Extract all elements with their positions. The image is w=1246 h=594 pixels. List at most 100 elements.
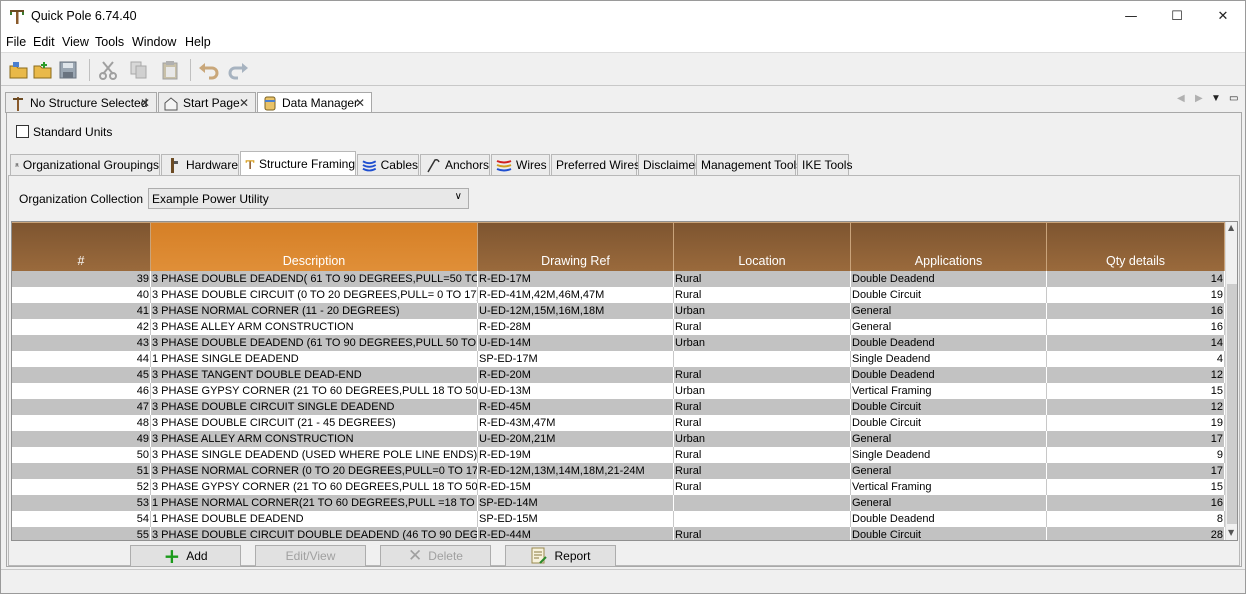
cell-qty-details: 9 xyxy=(1047,447,1225,463)
tab-preferred-wires[interactable]: Preferred Wires xyxy=(551,154,640,175)
table-row[interactable]: 51 3 PHASE NORMAL CORNER (0 TO 20 DEGREES… xyxy=(12,463,1225,479)
delete-button[interactable]: ✕ Delete xyxy=(380,545,491,567)
button-label: Add xyxy=(186,549,208,563)
chevron-down-icon: ∨ xyxy=(454,191,462,202)
table-row[interactable]: 45 3 PHASE TANGENT DOUBLE DEAD-END R-ED-20… xyxy=(12,367,1225,383)
column-header-number[interactable]: # xyxy=(12,222,151,271)
copy-icon[interactable] xyxy=(127,58,151,82)
cell-drawing-ref: U-ED-12M,15M,16M,18M xyxy=(478,303,674,319)
menu-tools[interactable]: Tools xyxy=(95,35,124,49)
minimize-button[interactable]: — xyxy=(1108,1,1154,32)
report-button[interactable]: Report xyxy=(505,545,616,567)
tab-management-tools[interactable]: Management Tools xyxy=(696,154,802,175)
cell-applications: Double Deadend xyxy=(851,511,1047,527)
scroll-down-icon[interactable]: ▼ xyxy=(1228,528,1234,537)
plus-icon: + xyxy=(163,544,181,568)
cell-number: 46 xyxy=(12,383,151,399)
organization-collection-label: Organization Collection xyxy=(19,192,144,206)
table-row[interactable]: 40 3 PHASE DOUBLE CIRCUIT (0 TO 20 DEGREE… xyxy=(12,287,1225,303)
tab-disclaimer[interactable]: Disclaimer xyxy=(638,154,699,175)
undo-icon[interactable] xyxy=(196,58,220,82)
cell-description: 3 PHASE GYPSY CORNER (21 TO 60 DEGREES,P… xyxy=(152,479,478,495)
cell-applications: General xyxy=(851,303,1047,319)
redo-icon[interactable] xyxy=(227,58,251,82)
column-header-applications[interactable]: Applications xyxy=(851,222,1047,271)
column-header-description[interactable]: Description xyxy=(151,222,478,271)
table-row[interactable]: 46 3 PHASE GYPSY CORNER (21 TO 60 DEGREES… xyxy=(12,383,1225,399)
tab-cables[interactable]: Cables xyxy=(357,154,419,175)
cell-description: 3 PHASE DOUBLE CIRCUIT (21 - 45 DEGREES) xyxy=(151,415,478,431)
tab-hardware[interactable]: Hardware xyxy=(161,154,239,175)
table-row[interactable]: 41 3 PHASE NORMAL CORNER (11 - 20 DEGREES… xyxy=(12,303,1225,319)
open-folder-icon[interactable] xyxy=(7,58,31,82)
tab-scroll-left-icon[interactable]: ◀ xyxy=(1177,93,1185,104)
menu-edit[interactable]: Edit xyxy=(33,35,55,49)
table-row[interactable]: 48 3 PHASE DOUBLE CIRCUIT (21 - 45 DEGREE… xyxy=(12,415,1225,431)
tab-wires[interactable]: Wires xyxy=(491,154,550,175)
table-row[interactable]: 42 3 PHASE ALLEY ARM CONSTRUCTION R-ED-28M… xyxy=(12,319,1225,335)
status-bar xyxy=(1,569,1245,593)
table-row[interactable]: 52 3 PHASE GYPSY CORNER (21 TO 60 DEGREES… xyxy=(12,479,1225,495)
save-icon[interactable] xyxy=(56,58,80,82)
close-tab-icon[interactable]: ✕ xyxy=(355,96,365,110)
maximize-panel-icon[interactable]: ▭ xyxy=(1229,93,1238,104)
cut-icon[interactable] xyxy=(96,58,120,82)
tab-no-structure[interactable]: No Structure Selected ✕ xyxy=(5,92,157,113)
tab-structure-framing[interactable]: Structure Framing xyxy=(240,151,356,175)
organization-collection-select[interactable]: Example Power Utility ∨ xyxy=(148,188,469,209)
column-header-qty-details[interactable]: Qty details xyxy=(1047,222,1225,271)
menu-help[interactable]: Help xyxy=(185,35,211,49)
cell-applications: General xyxy=(851,495,1047,511)
close-tab-icon[interactable]: ✕ xyxy=(239,96,249,110)
tab-start-page[interactable]: Start Page ✕ xyxy=(158,92,256,113)
column-header-drawing-ref[interactable]: Drawing Ref xyxy=(478,222,674,271)
maximize-button[interactable]: ☐ xyxy=(1154,1,1200,32)
document-tabs: No Structure Selected ✕ Start Page ✕ Dat… xyxy=(1,91,1245,113)
tab-organizational-groupings[interactable]: Organizational Groupings xyxy=(10,154,160,175)
vertical-scrollbar[interactable]: ▲ ▼ xyxy=(1225,222,1237,540)
cell-drawing-ref: R-ED-44M xyxy=(478,527,674,540)
tab-anchors[interactable]: Anchors xyxy=(420,154,490,175)
cell-qty-details: 16 xyxy=(1047,303,1225,319)
standard-units-checkbox[interactable] xyxy=(16,125,29,138)
new-file-icon[interactable] xyxy=(31,58,55,82)
close-tab-icon[interactable]: ✕ xyxy=(140,96,150,110)
scroll-up-icon[interactable]: ▲ xyxy=(1228,223,1234,232)
cell-applications: Double Circuit xyxy=(851,287,1047,303)
cell-number: 48 xyxy=(12,415,151,431)
table-row[interactable]: 39 3 PHASE DOUBLE DEADEND( 61 TO 90 DEGRE… xyxy=(12,271,1225,287)
menu-file[interactable]: File xyxy=(6,35,26,49)
table-row[interactable]: 53 1 PHASE NORMAL CORNER(21 TO 60 DEGREES… xyxy=(12,495,1225,511)
scrollbar-thumb[interactable] xyxy=(1227,284,1237,524)
table-row[interactable]: 50 3 PHASE SINGLE DEADEND (USED WHERE POL… xyxy=(12,447,1225,463)
menu-window[interactable]: Window xyxy=(132,35,176,49)
cell-location: Rural xyxy=(674,463,851,479)
table-row[interactable]: 55 3 PHASE DOUBLE CIRCUIT DOUBLE DEADEND … xyxy=(12,527,1225,540)
table-row[interactable]: 47 3 PHASE DOUBLE CIRCUIT SINGLE DEADEND R… xyxy=(12,399,1225,415)
cell-description: 3 PHASE GYPSY CORNER (21 TO 60 DEGREES,P… xyxy=(152,383,478,399)
cell-number: 43 xyxy=(12,335,151,351)
cell-location: Rural xyxy=(674,399,851,415)
cell-qty-details: 8 xyxy=(1047,511,1225,527)
menu-view[interactable]: View xyxy=(62,35,89,49)
cell-applications: Single Deadend xyxy=(851,351,1047,367)
tab-data-manager[interactable]: Data Manager ✕ xyxy=(257,92,372,113)
table-row[interactable]: 43 3 PHASE DOUBLE DEADEND (61 TO 90 DEGRE… xyxy=(12,335,1225,351)
framing-table: # Description Drawing Ref Location Appli… xyxy=(11,221,1238,541)
edit-view-button[interactable]: Edit/View xyxy=(255,545,366,567)
data-manager-panel: Standard Units Organizational Groupings … xyxy=(6,112,1242,567)
cell-number: 42 xyxy=(12,319,151,335)
cell-number: 54 xyxy=(12,511,151,527)
paste-icon[interactable] xyxy=(158,58,182,82)
tab-scroll-right-icon[interactable]: ▶ xyxy=(1195,93,1203,104)
add-button[interactable]: + Add xyxy=(130,545,241,567)
tab-ike-tools[interactable]: IKE Tools xyxy=(797,154,852,175)
table-row[interactable]: 44 1 PHASE SINGLE DEADEND SP-ED-17M Single … xyxy=(12,351,1225,367)
table-row[interactable]: 54 1 PHASE DOUBLE DEADEND SP-ED-15M Double … xyxy=(12,511,1225,527)
cell-applications: Double Circuit xyxy=(851,399,1047,415)
close-button[interactable]: ✕ xyxy=(1200,1,1246,32)
tab-list-dropdown-icon[interactable]: ▼ xyxy=(1211,93,1221,104)
column-header-location[interactable]: Location xyxy=(674,222,851,271)
cell-location: Urban xyxy=(674,431,851,447)
table-row[interactable]: 49 3 PHASE ALLEY ARM CONSTRUCTION U-ED-20M… xyxy=(12,431,1225,447)
